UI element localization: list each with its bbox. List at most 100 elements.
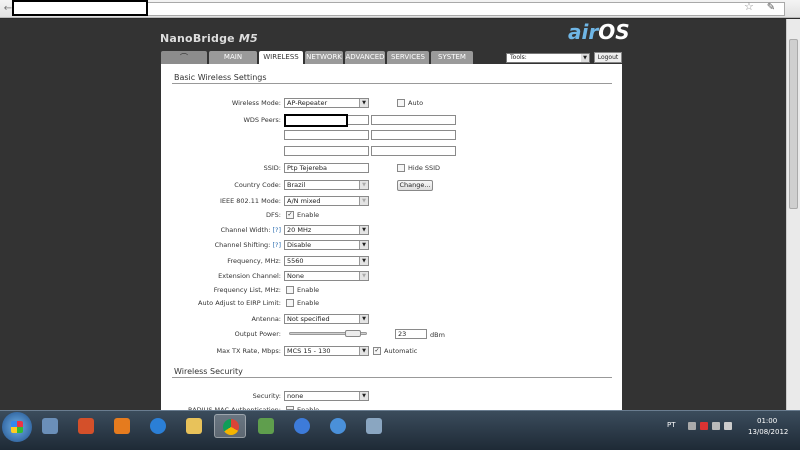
channel-shifting-text: Channel Shifting: bbox=[214, 241, 271, 249]
auto-checkbox[interactable] bbox=[397, 99, 405, 107]
channel-width-text: Channel Width: bbox=[220, 226, 271, 234]
frequency-list-checkbox[interactable] bbox=[286, 286, 294, 294]
chevron-down-icon: ▼ bbox=[359, 197, 368, 205]
model-name: NanoBridge bbox=[160, 32, 235, 45]
taskbar-app-3[interactable] bbox=[106, 414, 138, 438]
chevron-down-icon: ▼ bbox=[359, 241, 368, 249]
wds-peer-2[interactable] bbox=[371, 115, 456, 125]
auto-label: Auto bbox=[408, 99, 424, 107]
tab-network[interactable]: NETWORK bbox=[305, 51, 343, 64]
channel-shifting-help-link[interactable]: [?] bbox=[272, 241, 281, 249]
output-power-slider[interactable] bbox=[289, 330, 367, 337]
auto-eirp-label: Auto Adjust to EIRP Limit: bbox=[198, 299, 281, 307]
logout-button[interactable]: Logout bbox=[594, 52, 622, 63]
wds-peers-label: WDS Peers: bbox=[243, 116, 281, 124]
tab-services[interactable]: SERVICES bbox=[387, 51, 429, 64]
chevron-down-icon: ▼ bbox=[359, 99, 368, 107]
tab-advanced[interactable]: ADVANCED bbox=[345, 51, 385, 64]
taskbar-app-9[interactable] bbox=[322, 414, 354, 438]
ssid-input[interactable]: Ptp Tejereba bbox=[284, 163, 369, 173]
antenna-label: Antenna: bbox=[251, 315, 281, 323]
country-code-select[interactable]: Brazil ▼ bbox=[284, 180, 369, 190]
clock-date[interactable]: 13/08/2012 bbox=[748, 428, 788, 436]
hide-ssid-checkbox[interactable] bbox=[397, 164, 405, 172]
ieee-mode-select[interactable]: A/N mixed ▼ bbox=[284, 196, 369, 206]
taskbar-ie[interactable] bbox=[142, 414, 174, 438]
channel-width-help-link[interactable]: [?] bbox=[272, 226, 281, 234]
tray-arrow-icon[interactable] bbox=[688, 422, 696, 430]
max-tx-value: MCS 15 - 130 bbox=[287, 347, 331, 355]
chevron-down-icon: ▼ bbox=[359, 226, 368, 234]
taskbar-app-2[interactable] bbox=[70, 414, 102, 438]
folder-icon bbox=[186, 418, 202, 434]
wireless-mode-select[interactable]: AP-Repeater ▼ bbox=[284, 98, 369, 108]
chevron-down-icon: ▼ bbox=[359, 257, 368, 265]
tools-dropdown[interactable]: Tools: ▼ bbox=[506, 53, 590, 63]
bookmark-star-icon[interactable]: ☆ bbox=[744, 0, 754, 13]
app-icon bbox=[330, 418, 346, 434]
volume-icon[interactable] bbox=[724, 422, 732, 430]
tab-ubnt-logo[interactable]: ⌒ bbox=[161, 51, 207, 64]
output-power-slider-handle[interactable] bbox=[345, 330, 361, 337]
page-scrollbar[interactable] bbox=[786, 19, 800, 410]
taskbar-itunes[interactable] bbox=[286, 414, 318, 438]
security-value: none bbox=[287, 392, 304, 400]
max-tx-label: Max TX Rate, Mbps: bbox=[216, 347, 281, 355]
section-title-basic: Basic Wireless Settings bbox=[174, 73, 267, 82]
media-player-icon bbox=[114, 418, 130, 434]
browser-toolbar: ← → ↻ ☆ ✎ bbox=[0, 0, 800, 18]
language-indicator[interactable]: PT bbox=[667, 421, 676, 429]
wds-peer-6[interactable] bbox=[371, 146, 456, 156]
wrench-menu-icon[interactable]: ✎ bbox=[764, 2, 778, 15]
windows-logo-icon bbox=[11, 421, 23, 433]
channel-shifting-value: Disable bbox=[287, 241, 312, 249]
wds-peer-4[interactable] bbox=[371, 130, 456, 140]
wireless-mode-value: AP-Repeater bbox=[287, 99, 328, 107]
tab-system[interactable]: SYSTEM bbox=[431, 51, 473, 64]
section-divider bbox=[172, 83, 612, 84]
change-country-button[interactable]: Change... bbox=[397, 180, 433, 191]
address-bar[interactable] bbox=[54, 2, 785, 16]
ssid-label: SSID: bbox=[263, 164, 281, 172]
frequency-select[interactable]: 5560 ▼ bbox=[284, 256, 369, 266]
tab-bar: ⌒ MAIN WIRELESS NETWORK ADVANCED SERVICE… bbox=[161, 51, 473, 64]
automatic-checkbox[interactable]: ✓ bbox=[373, 347, 381, 355]
channel-width-value: 20 MHz bbox=[287, 226, 312, 234]
extension-channel-select[interactable]: None ▼ bbox=[284, 271, 369, 281]
redacted-url-box bbox=[12, 0, 148, 16]
internet-explorer-icon bbox=[150, 418, 166, 434]
tab-wireless[interactable]: WIRELESS bbox=[259, 51, 303, 64]
chevron-down-icon: ▼ bbox=[359, 315, 368, 323]
network-icon[interactable] bbox=[712, 422, 720, 430]
logo-os: OS bbox=[598, 20, 630, 44]
wds-peer-5[interactable] bbox=[284, 146, 369, 156]
channel-shifting-select[interactable]: Disable ▼ bbox=[284, 240, 369, 250]
taskbar-chrome[interactable] bbox=[214, 414, 246, 438]
antenna-select[interactable]: Not specified ▼ bbox=[284, 314, 369, 324]
country-code-label: Country Code: bbox=[234, 181, 281, 189]
dfs-checkbox[interactable]: ✓ bbox=[286, 211, 294, 219]
frequency-list-label: Frequency List, MHz: bbox=[213, 286, 281, 294]
max-tx-select[interactable]: MCS 15 - 130 ▼ bbox=[284, 346, 369, 356]
taskbar-app-7[interactable] bbox=[250, 414, 282, 438]
start-button[interactable] bbox=[2, 412, 32, 442]
scrollbar-thumb[interactable] bbox=[789, 39, 798, 209]
clock-time[interactable]: 01:00 bbox=[757, 417, 777, 425]
chevron-down-icon: ▼ bbox=[359, 181, 368, 189]
section-divider bbox=[172, 377, 612, 378]
security-select[interactable]: none ▼ bbox=[284, 391, 369, 401]
channel-width-select[interactable]: 20 MHz ▼ bbox=[284, 225, 369, 235]
automatic-label: Automatic bbox=[384, 347, 418, 355]
ieee-mode-label: IEEE 802.11 Mode: bbox=[219, 197, 281, 205]
taskbar-explorer[interactable] bbox=[178, 414, 210, 438]
airos-logo: airOS bbox=[568, 20, 630, 44]
output-power-input[interactable]: 23 bbox=[395, 329, 427, 339]
auto-eirp-checkbox[interactable] bbox=[286, 299, 294, 307]
taskbar-app-1[interactable] bbox=[34, 414, 66, 438]
taskbar-app-10[interactable] bbox=[358, 414, 390, 438]
tab-main[interactable]: MAIN bbox=[209, 51, 257, 64]
model-suffix: M5 bbox=[238, 32, 258, 45]
device-model: NanoBridge M5 bbox=[160, 32, 258, 45]
wds-peer-3[interactable] bbox=[284, 130, 369, 140]
action-center-icon[interactable] bbox=[700, 422, 708, 430]
